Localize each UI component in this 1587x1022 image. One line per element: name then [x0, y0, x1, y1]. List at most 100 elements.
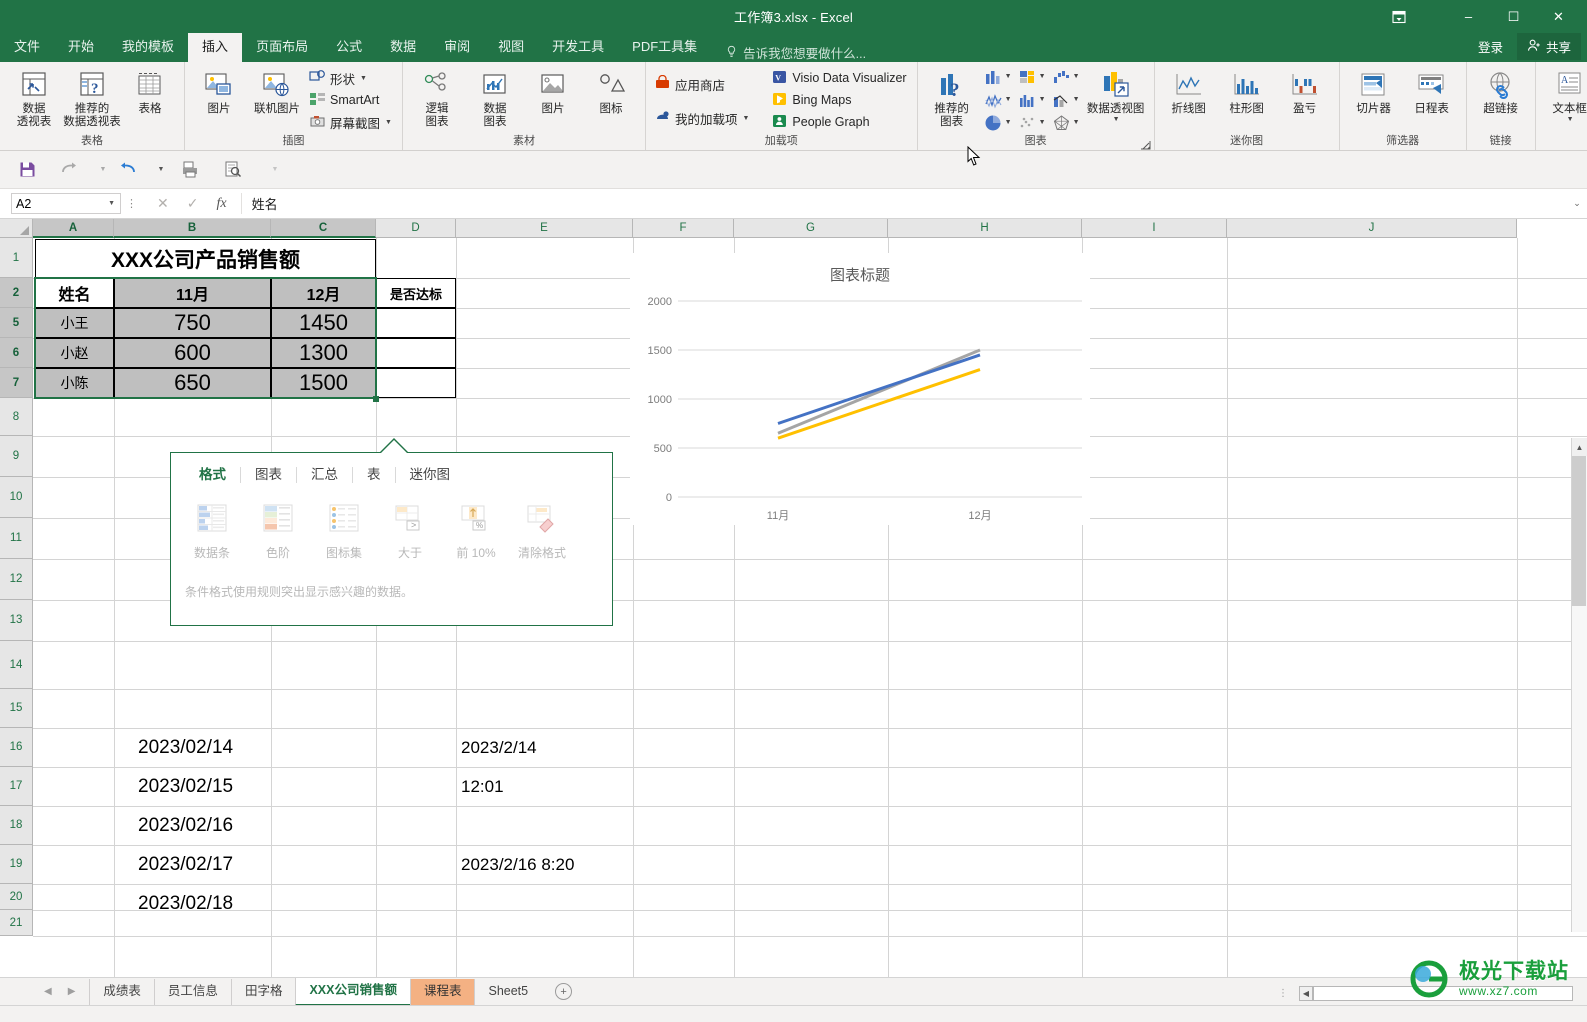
data-cell-dec-1[interactable]: 1450 [271, 308, 376, 338]
smartart-button[interactable]: SmartArt [306, 89, 397, 111]
bing-maps-button[interactable]: Bing Maps [768, 89, 911, 111]
customize-qat-icon[interactable]: ▼ [262, 157, 288, 183]
ribbon-tab-pagelayout[interactable]: 页面布局 [242, 33, 322, 62]
column-header-e[interactable]: E [456, 219, 633, 238]
combo-chart-button[interactable]: ▼ [1049, 88, 1083, 111]
sheet-prev-icon[interactable]: ◀ [44, 986, 52, 997]
people-graph-button[interactable]: People Graph [768, 111, 911, 133]
data-cell-qualified-2[interactable] [376, 338, 456, 368]
row-header-14[interactable]: 14 [0, 641, 33, 689]
pivot-table-button[interactable]: 数据 透视表 [5, 65, 63, 128]
pivot-chart-button[interactable]: 数据透视图 ▼ [1083, 65, 1149, 123]
row-header-12[interactable]: 12 [0, 559, 33, 600]
row-header-18[interactable]: 18 [0, 806, 33, 845]
row-header-21[interactable]: 21 [0, 910, 33, 936]
qa-item-top-ten-percent[interactable]: % 前 10% [443, 499, 509, 561]
bar-chart-button[interactable]: ▼ [1015, 88, 1049, 111]
date-cell-b16[interactable]: 2023/02/15 [138, 767, 268, 806]
redo-caret-icon[interactable]: ▼ [98, 157, 108, 183]
tell-me-box[interactable]: 告诉我您想要做什么... [711, 43, 866, 62]
online-picture-button[interactable]: 联机图片 [248, 65, 306, 116]
table-button[interactable]: 表格 [121, 65, 179, 116]
name-box[interactable]: A2 ▼ [11, 193, 121, 214]
column-header-i[interactable]: I [1082, 219, 1227, 238]
qa-item-color-scales[interactable]: 色阶 [245, 499, 311, 561]
data-cell-nov-2[interactable]: 600 [114, 338, 271, 368]
header-cell-nov[interactable]: 11月 [114, 278, 271, 308]
data-cell-dec-3[interactable]: 1500 [271, 368, 376, 398]
radar-chart-button[interactable]: ▼ [1049, 111, 1083, 134]
qa-tab-totals[interactable]: 汇总 [297, 467, 353, 483]
visio-data-visualizer-button[interactable]: V Visio Data Visualizer [768, 67, 911, 89]
qa-item-icon-sets[interactable]: 图标集 [311, 499, 377, 561]
logic-chart-button[interactable]: 逻辑 图表 [408, 65, 466, 128]
row-header-2[interactable]: 2 [0, 278, 33, 308]
row-header-7[interactable]: 7 [0, 368, 33, 398]
recommended-pivot-button[interactable]: ? 推荐的 数据透视表 [63, 65, 121, 128]
chevron-down-icon[interactable]: ▼ [1567, 116, 1574, 123]
row-header-10[interactable]: 10 [0, 477, 33, 518]
column-chart-button[interactable]: ▼ [981, 65, 1015, 88]
select-all-corner[interactable] [0, 219, 33, 238]
vertical-scroll-thumb[interactable] [1572, 456, 1586, 606]
chart-title[interactable]: 图表标题 [630, 264, 1090, 285]
sheet-tab-sheet5[interactable]: Sheet5 [474, 978, 541, 1005]
qa-item-greater-than[interactable]: > 大于 [377, 499, 443, 561]
sparkline-winloss-button[interactable]: 盈亏 [1276, 65, 1334, 116]
ribbon-tab-review[interactable]: 审阅 [430, 33, 484, 62]
column-header-h[interactable]: H [888, 219, 1082, 238]
print-preview-icon[interactable] [220, 157, 246, 183]
sheet-next-icon[interactable]: ▶ [68, 986, 76, 997]
row-header-19[interactable]: 19 [0, 845, 33, 884]
qa-item-clear-format[interactable]: 清除格式 [509, 499, 575, 561]
data-chart-button[interactable]: 数据 图表 [466, 65, 524, 128]
ribbon-tab-mytemplates[interactable]: 我的模板 [108, 33, 188, 62]
textbox-button[interactable]: A 文本框 ▼ [1541, 65, 1587, 123]
sparkline-line-button[interactable]: 折线图 [1160, 65, 1218, 116]
stock-chart-button[interactable]: ▼ [981, 88, 1015, 111]
sheet-tab-kechengbiao[interactable]: 课程表 [409, 978, 475, 1005]
data-cell-name-2[interactable]: 小赵 [35, 338, 114, 368]
share-button[interactable]: 共享 [1516, 33, 1581, 60]
chevron-down-icon[interactable]: ▼ [108, 200, 115, 207]
material-picture-button[interactable]: 图片 [524, 65, 582, 116]
chevron-down-icon[interactable]: ▼ [742, 115, 749, 122]
save-icon[interactable] [14, 157, 40, 183]
data-cell-name-1[interactable]: 小王 [35, 308, 114, 338]
sparkline-column-button[interactable]: 柱形图 [1218, 65, 1276, 116]
row-header-9[interactable]: 9 [0, 436, 33, 477]
store-button[interactable]: 应用商店 [651, 73, 754, 95]
expand-formula-bar-icon[interactable]: ⌄ [1567, 198, 1587, 209]
date-cell-b19[interactable]: 2023/02/18 [138, 884, 268, 923]
quick-print-icon[interactable] [178, 157, 204, 183]
data-cell-qualified-1[interactable] [376, 308, 456, 338]
column-header-a[interactable]: A [33, 219, 114, 238]
column-header-g[interactable]: G [734, 219, 888, 238]
qa-tab-charts[interactable]: 图表 [241, 467, 297, 483]
ribbon-tab-developer[interactable]: 开发工具 [538, 33, 618, 62]
column-header-d[interactable]: D [376, 219, 456, 238]
sheet-tab-tianzige[interactable]: 田字格 [230, 978, 296, 1005]
qa-tab-tables[interactable]: 表 [353, 467, 396, 483]
row-header-8[interactable]: 8 [0, 398, 33, 436]
recommended-charts-button[interactable]: ? 推荐的 图表 [923, 65, 981, 128]
ribbon-tab-file[interactable]: 文件 [0, 33, 54, 62]
row-header-20[interactable]: 20 [0, 884, 33, 910]
row-header-5[interactable]: 5 [0, 308, 33, 338]
date-cell-b18[interactable]: 2023/02/17 [138, 845, 268, 884]
close-button[interactable]: ✕ [1536, 0, 1581, 33]
data-cell-nov-1[interactable]: 750 [114, 308, 271, 338]
formula-input[interactable]: 姓名 [240, 193, 1567, 214]
ribbon-tab-formulas[interactable]: 公式 [322, 33, 376, 62]
column-header-b[interactable]: B [114, 219, 271, 238]
ribbon-tab-home[interactable]: 开始 [54, 33, 108, 62]
date-cell-e16[interactable]: 12:01 [461, 767, 631, 806]
sign-in-button[interactable]: 登录 [1468, 33, 1513, 60]
ribbon-tab-pdftools[interactable]: PDF工具集 [618, 33, 711, 62]
data-cell-name-3[interactable]: 小陈 [35, 368, 114, 398]
data-cell-nov-3[interactable]: 650 [114, 368, 271, 398]
hierarchy-chart-button[interactable]: ▼ [1015, 65, 1049, 88]
picture-button[interactable]: 图片 [190, 65, 248, 116]
date-cell-e15[interactable]: 2023/2/14 [461, 728, 631, 767]
row-header-1[interactable]: 1 [0, 238, 33, 278]
